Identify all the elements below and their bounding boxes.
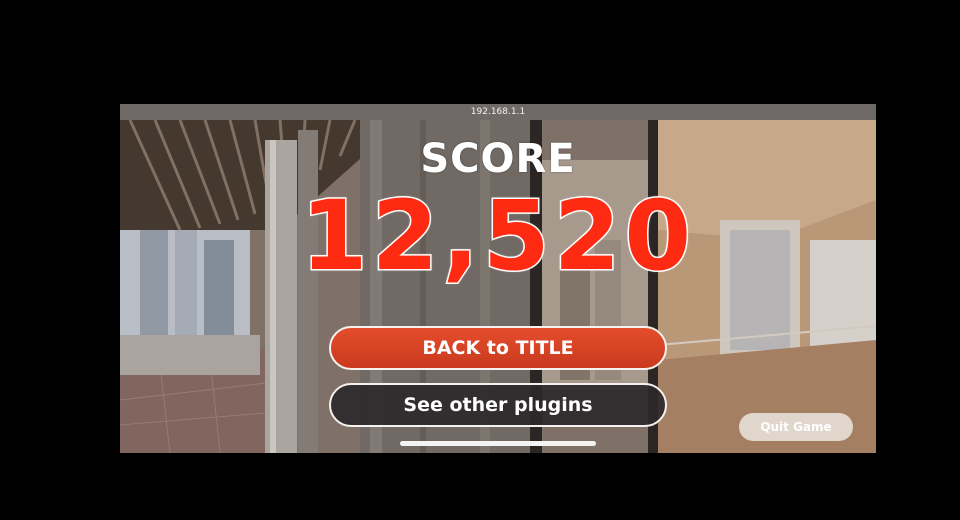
address-bar: 192.168.1.1 bbox=[120, 104, 876, 120]
quit-game-button[interactable]: Quit Game bbox=[739, 413, 853, 441]
back-to-title-button[interactable]: BACK to TITLE bbox=[329, 326, 667, 370]
home-indicator[interactable] bbox=[400, 441, 596, 446]
see-other-plugins-button[interactable]: See other plugins bbox=[329, 383, 667, 427]
score-value: 12,520 bbox=[299, 180, 696, 292]
score-label: SCORE bbox=[420, 136, 576, 182]
screen-frame: 192.168.1.1 SCORE 12,520 BACK to TITLE S… bbox=[0, 0, 960, 520]
game-viewport: 192.168.1.1 SCORE 12,520 BACK to TITLE S… bbox=[120, 104, 876, 453]
